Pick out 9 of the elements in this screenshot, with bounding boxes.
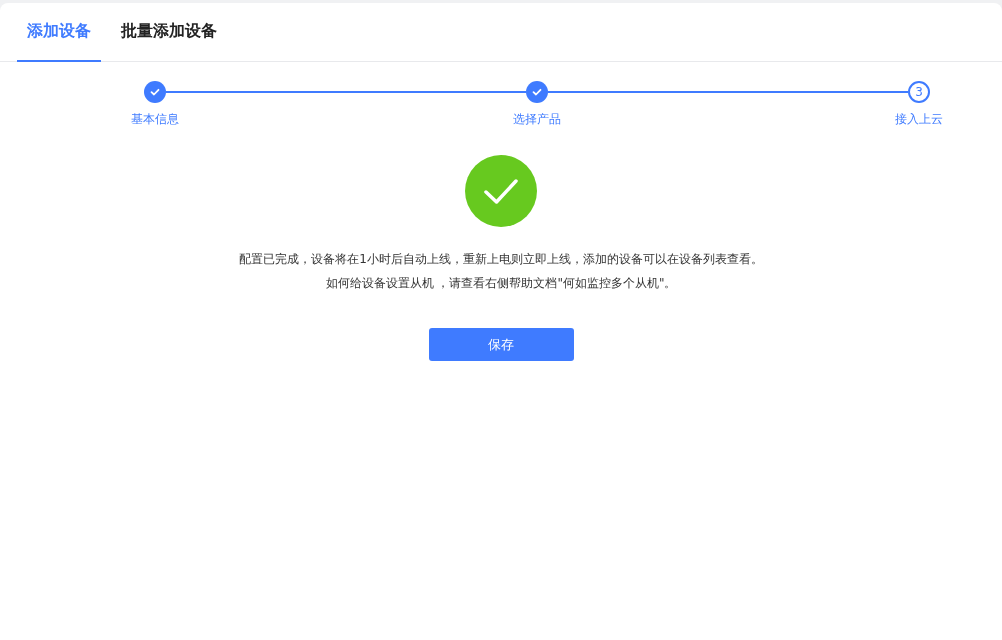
step-label: 基本信息 bbox=[131, 111, 179, 128]
tab[interactable]: 添加设备 bbox=[17, 3, 101, 62]
step-label: 接入上云 bbox=[895, 111, 943, 128]
result-message: 配置已完成，设备将在1小时后自动上线，重新上电则立即上线，添加的设备可以在设备列表查看。 bbox=[239, 251, 763, 268]
step-label: 选择产品 bbox=[513, 111, 561, 128]
save-button[interactable]: 保存 bbox=[428, 328, 574, 361]
result-message: 如何给设备设置从机 ，请查看右侧帮助文档"何如监控多个从机"。 bbox=[325, 275, 677, 292]
step-number: 3 bbox=[908, 81, 930, 103]
tab[interactable]: 批量添加设备 bbox=[111, 3, 227, 62]
